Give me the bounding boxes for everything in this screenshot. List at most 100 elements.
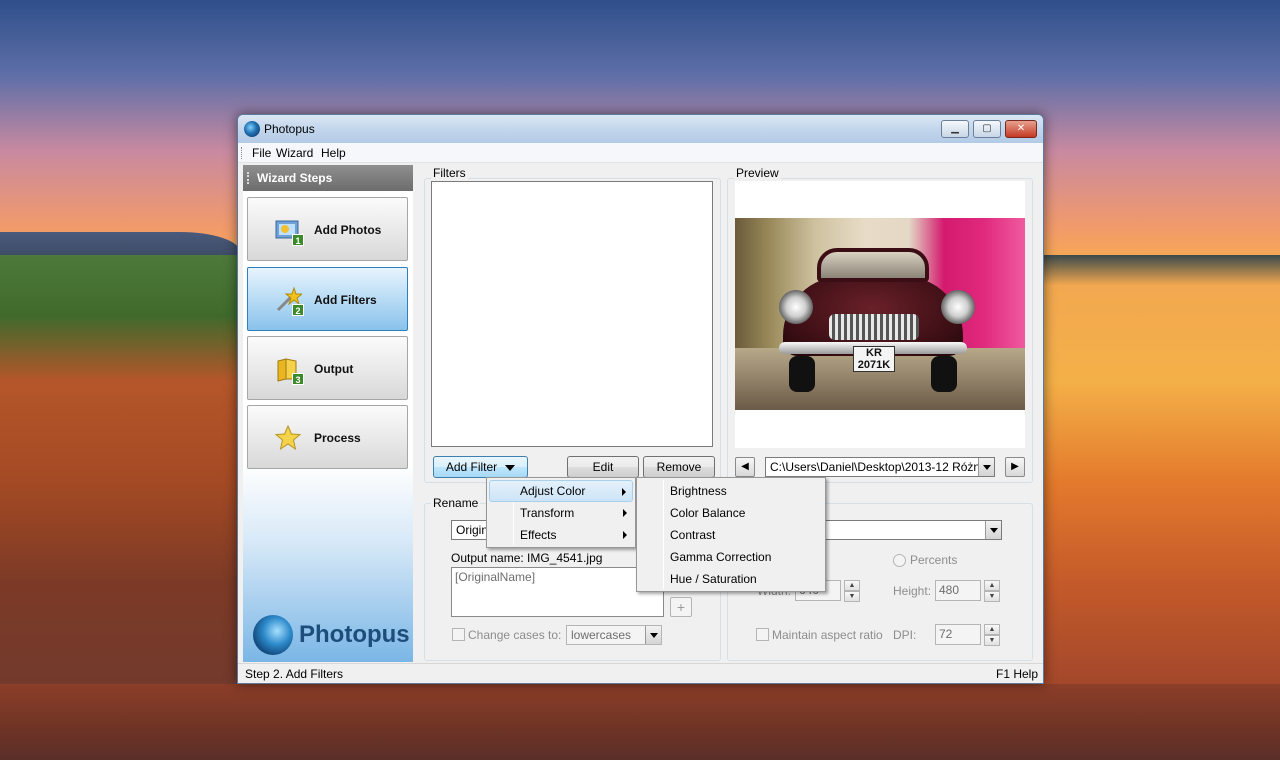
case-value: lowercases: [571, 628, 632, 642]
wizard-steps-header: Wizard Steps: [243, 165, 413, 191]
preview-path-value: C:\Users\Daniel\Desktop\2013-12 Różne\: [770, 460, 991, 474]
menu-wizard[interactable]: Wizard: [276, 146, 313, 160]
maintain-aspect-checkbox[interactable]: [756, 628, 769, 641]
filters-list[interactable]: [431, 181, 713, 447]
step-process[interactable]: Process: [247, 405, 408, 469]
next-photo-button[interactable]: ▶: [1005, 457, 1025, 477]
change-cases-checkbox[interactable]: [452, 628, 465, 641]
dpi-stepper[interactable]: ▲ ▼: [984, 624, 1000, 646]
photopus-window: Photopus ▁ ▢ ✕ File Wizard Help Wizard S…: [237, 114, 1044, 684]
step-label: Add Filters: [314, 293, 377, 307]
wizard-steps-title: Wizard Steps: [257, 171, 333, 185]
magic-wand-icon: 2: [274, 286, 304, 316]
percents-label: Percents: [910, 553, 958, 567]
photo-grille: [829, 314, 919, 340]
insert-token-button[interactable]: +: [670, 597, 692, 617]
chevron-down-icon[interactable]: [978, 458, 994, 476]
photo-windshield: [817, 248, 929, 282]
menu-file[interactable]: File: [252, 146, 271, 160]
menu-item-effects[interactable]: Effects: [489, 524, 633, 546]
chevron-down-icon[interactable]: [985, 521, 1001, 539]
add-filter-menu: Adjust Color Transform Effects: [486, 477, 636, 548]
close-button[interactable]: ✕: [1005, 120, 1037, 138]
distant-hills: [0, 232, 240, 256]
width-stepper[interactable]: ▲ ▼: [844, 580, 860, 602]
menu-item-adjust-color[interactable]: Adjust Color: [489, 480, 633, 502]
chevron-down-icon: [505, 464, 516, 471]
menu-item-contrast[interactable]: Contrast: [639, 524, 823, 546]
step-add-filters[interactable]: 2 Add Filters: [247, 267, 408, 331]
photopus-logo-icon: [253, 615, 293, 655]
menu-item-label: Transform: [520, 506, 575, 520]
spin-down-icon[interactable]: ▼: [984, 635, 1000, 646]
status-help-text: F1 Help: [996, 667, 1039, 681]
remove-filter-button[interactable]: Remove: [643, 456, 715, 478]
window-title: Photopus: [264, 122, 315, 136]
height-input[interactable]: 480: [935, 580, 981, 601]
spin-down-icon[interactable]: ▼: [984, 591, 1000, 602]
maintain-aspect-label: Maintain aspect ratio: [772, 628, 883, 642]
minimize-button[interactable]: ▁: [941, 120, 969, 138]
step-label: Output: [314, 362, 354, 376]
step-badge: 2: [292, 304, 304, 316]
step-output[interactable]: 3 Output: [247, 336, 408, 400]
preview-image-area: KR 2071K: [735, 181, 1025, 448]
menu-bar: File Wizard Help: [238, 143, 1043, 163]
dpi-input[interactable]: 72: [935, 624, 981, 645]
menu-item-label: Effects: [520, 528, 557, 542]
logo-text: Photopus: [299, 621, 410, 648]
percents-radio[interactable]: [893, 554, 906, 567]
wizard-sidebar: Wizard Steps 1 Add Photos 2 Add Filters …: [243, 165, 413, 662]
menu-grip-icon: [241, 147, 244, 159]
chevron-down-icon[interactable]: [645, 626, 661, 644]
chevron-right-icon: [623, 531, 627, 539]
rename-pattern-input[interactable]: [OriginalName]: [451, 567, 664, 617]
spin-down-icon[interactable]: ▼: [844, 591, 860, 602]
app-icon[interactable]: [244, 121, 260, 137]
preview-photo: KR 2071K: [735, 218, 1025, 410]
menu-item-gamma-correction[interactable]: Gamma Correction: [639, 546, 823, 568]
star-icon: [274, 424, 302, 452]
step-badge: 1: [292, 234, 304, 246]
add-filter-button[interactable]: Add Filter: [433, 456, 528, 478]
menu-item-transform[interactable]: Transform: [489, 502, 633, 524]
spin-up-icon[interactable]: ▲: [844, 580, 860, 591]
prev-photo-button[interactable]: ◀: [735, 457, 755, 477]
dpi-label: DPI:: [893, 628, 917, 642]
foreground-shore: [0, 684, 1280, 760]
change-cases-label: Change cases to:: [468, 628, 562, 642]
menu-item-hue-saturation[interactable]: Hue / Saturation: [639, 568, 823, 590]
plate-line-2: 2071K: [857, 359, 891, 371]
case-select[interactable]: lowercases: [566, 625, 662, 645]
preview-path-select[interactable]: C:\Users\Daniel\Desktop\2013-12 Różne\: [765, 457, 995, 477]
step-add-photos[interactable]: 1 Add Photos: [247, 197, 408, 261]
photo-wheel-left: [789, 356, 815, 392]
chevron-right-icon: [622, 488, 626, 496]
menu-item-color-balance[interactable]: Color Balance: [639, 502, 823, 524]
rename-group-title: Rename: [431, 496, 481, 510]
resize-mode-select[interactable]: [823, 520, 1002, 540]
edit-filter-button[interactable]: Edit: [567, 456, 639, 478]
spin-up-icon[interactable]: ▲: [984, 580, 1000, 591]
step-label: Add Photos: [314, 223, 382, 237]
title-bar[interactable]: Photopus ▁ ▢ ✕: [238, 115, 1043, 143]
preview-group-title: Preview: [734, 166, 781, 180]
photo-headlamp-right: [941, 290, 975, 324]
chevron-right-icon: [623, 509, 627, 517]
photos-icon: 1: [274, 216, 304, 246]
menu-item-label: Adjust Color: [520, 484, 586, 498]
plate-line-1: KR: [866, 347, 882, 359]
folder-icon: 3: [274, 355, 304, 385]
maximize-button[interactable]: ▢: [973, 120, 1001, 138]
output-name-label: Output name: IMG_4541.jpg: [451, 551, 603, 565]
spin-up-icon[interactable]: ▲: [984, 624, 1000, 635]
status-bar: Step 2. Add Filters F1 Help: [238, 663, 1043, 683]
photo-license-plate: KR 2071K: [853, 346, 895, 372]
height-stepper[interactable]: ▲ ▼: [984, 580, 1000, 602]
step-badge: 3: [292, 373, 304, 385]
menu-item-brightness[interactable]: Brightness: [639, 480, 823, 502]
photo-wheel-right: [931, 356, 957, 392]
menu-help[interactable]: Help: [321, 146, 346, 160]
height-label: Height:: [893, 584, 932, 598]
filters-group-title: Filters: [431, 166, 468, 180]
